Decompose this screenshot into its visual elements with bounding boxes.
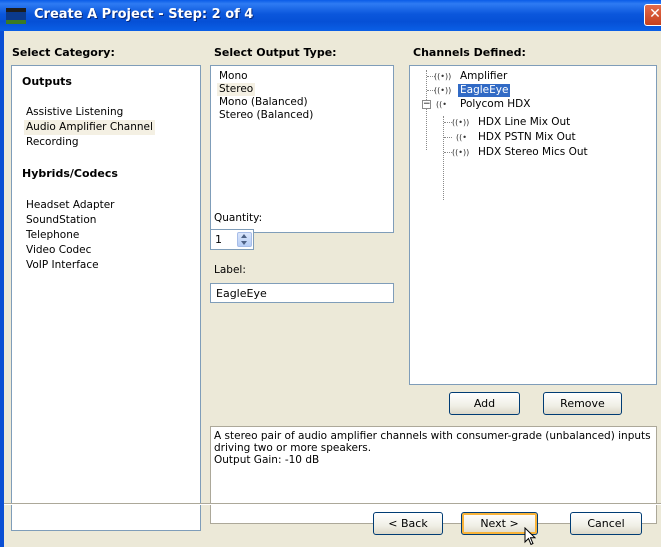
window-title: Create A Project - Step: 2 of 4 bbox=[34, 7, 254, 22]
mono-channel-icon: ((• bbox=[456, 133, 467, 142]
output-type-header: Select Output Type: bbox=[214, 46, 337, 59]
channels-tree[interactable]: ((•)) Amplifier ((•)) EagleEye − ((• Pol… bbox=[409, 65, 657, 385]
mouse-cursor-icon bbox=[524, 527, 537, 546]
title-bar[interactable]: Create A Project - Step: 2 of 4 ✕ bbox=[0, 0, 661, 31]
tree-node-amplifier[interactable]: Amplifier bbox=[460, 70, 507, 83]
category-list[interactable]: Outputs Assistive Listening Audio Amplif… bbox=[11, 65, 201, 531]
output-type-stereo-balanced[interactable]: Stereo (Balanced) bbox=[217, 109, 315, 122]
category-header: Select Category: bbox=[12, 46, 115, 59]
tree-node-hdx-line-mix-out[interactable]: HDX Line Mix Out bbox=[478, 116, 570, 129]
description-line: driving two or more speakers. bbox=[214, 442, 372, 454]
category-item-headset-adapter[interactable]: Headset Adapter bbox=[24, 198, 117, 213]
add-button[interactable]: Add bbox=[449, 392, 520, 415]
category-item-telephone[interactable]: Telephone bbox=[24, 228, 81, 243]
category-item-soundstation[interactable]: SoundStation bbox=[24, 213, 98, 228]
quantity-stepper[interactable]: 1 bbox=[210, 229, 254, 250]
category-item-assistive-listening[interactable]: Assistive Listening bbox=[24, 105, 125, 120]
description-panel: A stereo pair of audio amplifier channel… bbox=[210, 426, 657, 524]
quantity-value: 1 bbox=[215, 233, 222, 246]
tree-node-hdx-pstn-mix-out[interactable]: HDX PSTN Mix Out bbox=[478, 131, 576, 144]
description-line: Output Gain: -10 dB bbox=[214, 454, 320, 466]
stereo-channel-icon: ((•)) bbox=[452, 118, 470, 127]
stereo-channel-icon: ((•)) bbox=[452, 148, 470, 157]
label-input[interactable]: EagleEye bbox=[210, 283, 394, 303]
tree-node-polycom-hdx[interactable]: Polycom HDX bbox=[460, 98, 530, 111]
app-icon bbox=[6, 8, 26, 24]
collapse-toggle-icon[interactable]: − bbox=[422, 100, 431, 109]
tree-connector bbox=[426, 70, 427, 150]
category-item-voip-interface[interactable]: VoIP Interface bbox=[24, 258, 101, 273]
dialog-body: Select Category: Select Output Type: Cha… bbox=[4, 31, 661, 547]
tree-node-eagleeye[interactable]: EagleEye bbox=[458, 84, 511, 97]
tree-connector bbox=[444, 137, 452, 138]
category-item-recording[interactable]: Recording bbox=[24, 135, 81, 150]
tree-connector bbox=[444, 152, 452, 153]
output-type-mono[interactable]: Mono bbox=[217, 70, 250, 83]
description-line: A stereo pair of audio amplifier channel… bbox=[214, 430, 651, 442]
output-type-stereo[interactable]: Stereo bbox=[217, 83, 256, 96]
close-button[interactable]: ✕ bbox=[644, 4, 661, 26]
quantity-label: Quantity: bbox=[214, 212, 263, 224]
channels-header: Channels Defined: bbox=[413, 46, 526, 59]
spinner-arrows-icon[interactable] bbox=[237, 232, 252, 247]
back-button[interactable]: < Back bbox=[373, 512, 443, 535]
tree-node-hdx-stereo-mics-out[interactable]: HDX Stereo Mics Out bbox=[478, 146, 588, 159]
output-type-mono-balanced[interactable]: Mono (Balanced) bbox=[217, 96, 310, 109]
category-item-audio-amplifier-channel[interactable]: Audio Amplifier Channel bbox=[24, 120, 155, 135]
cancel-button[interactable]: Cancel bbox=[570, 512, 642, 535]
label-input-value: EagleEye bbox=[216, 287, 267, 300]
footer-separator bbox=[4, 503, 661, 505]
tree-connector bbox=[444, 122, 452, 123]
category-group-outputs: Outputs bbox=[22, 75, 72, 88]
tree-connector bbox=[443, 116, 444, 200]
remove-button[interactable]: Remove bbox=[543, 392, 622, 415]
output-type-list[interactable]: Mono Stereo Mono (Balanced) Stereo (Bala… bbox=[210, 65, 394, 233]
category-item-video-codec[interactable]: Video Codec bbox=[24, 243, 93, 258]
codec-device-icon: ((• bbox=[436, 100, 447, 109]
stereo-channel-icon: ((•)) bbox=[434, 86, 452, 95]
category-group-hybrids-codecs: Hybrids/Codecs bbox=[22, 167, 118, 180]
label-field-label: Label: bbox=[214, 264, 246, 276]
stereo-channel-icon: ((•)) bbox=[434, 72, 452, 81]
